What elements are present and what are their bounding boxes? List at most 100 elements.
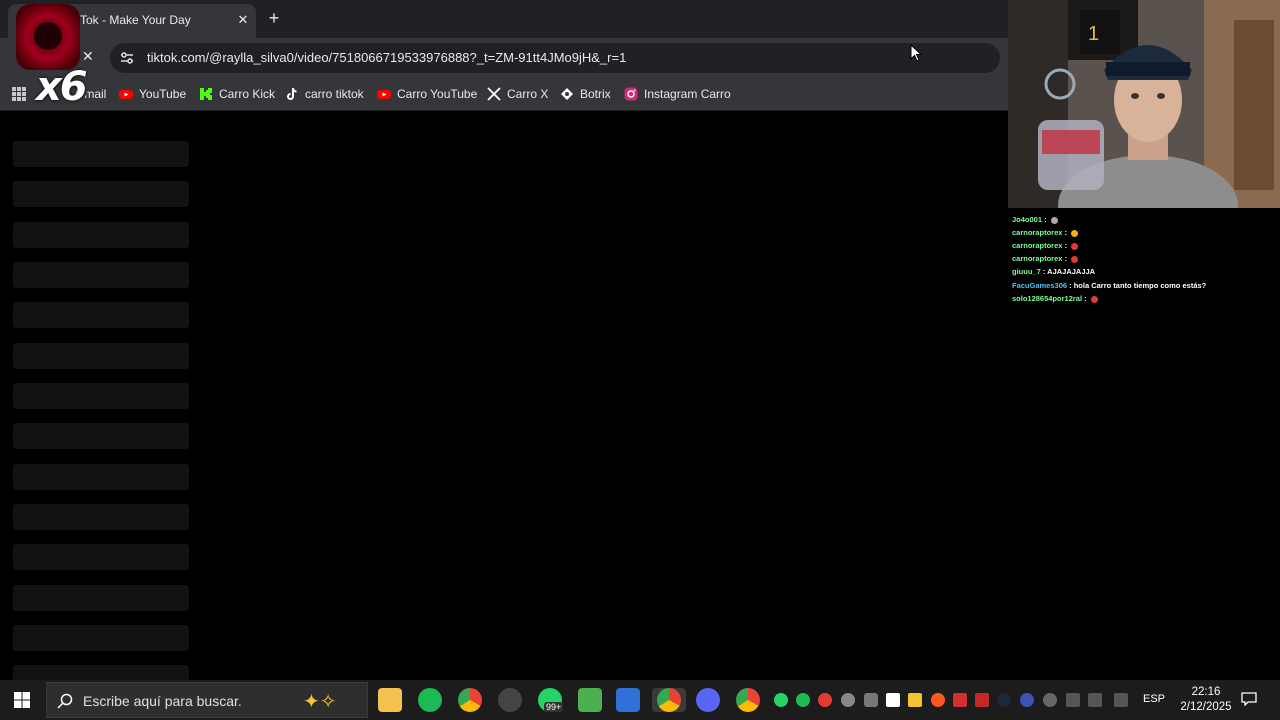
skeleton-placeholder	[13, 181, 189, 207]
bluetooth-tray-icon[interactable]	[1020, 693, 1034, 707]
tiktok-icon	[287, 87, 297, 100]
skeleton-placeholder	[13, 423, 189, 449]
chat-text: hola Carro tanto tiempo como estás?	[1073, 281, 1207, 290]
taskbar-search-box[interactable]: Escribe aquí para buscar. ✦✧	[46, 682, 368, 718]
streamer-logo: x6	[12, 2, 88, 110]
minecraft-icon[interactable]	[578, 688, 602, 712]
bookmark-carro-kick[interactable]: Carro Kick	[199, 85, 275, 103]
chat-message: Jo4o001 :	[1012, 215, 1058, 224]
clock-time: 22:16	[1191, 686, 1221, 698]
sparkle-icon: ✦✧	[303, 691, 337, 713]
capcut-tray-icon[interactable]	[886, 693, 900, 707]
chat-message: carnoraptorex :	[1012, 228, 1079, 237]
bookmark-label: Instagram Carro	[644, 87, 731, 101]
windows-start-icon[interactable]	[14, 692, 30, 708]
app-tray-icon[interactable]	[975, 693, 989, 707]
whatsapp-icon[interactable]: 99+	[538, 688, 564, 712]
shield-tray-icon[interactable]	[908, 693, 922, 707]
volume-icon[interactable]	[1088, 693, 1102, 707]
bookmark-youtube[interactable]: YouTube	[119, 85, 186, 103]
app-tray-icon[interactable]	[1043, 693, 1057, 707]
skeleton-placeholder	[13, 141, 189, 167]
url-text[interactable]: tiktok.com/@raylla_silva0/video/75180667…	[147, 50, 626, 65]
skeleton-placeholder	[13, 504, 189, 530]
webcam-image: 1	[1008, 0, 1280, 208]
stream-chat: Jo4o001 : carnoraptorex : carnoraptorex …	[1008, 208, 1280, 680]
site-settings-icon[interactable]	[120, 51, 134, 65]
webcam-feed: 1	[1008, 0, 1280, 208]
chatgpt-tray-icon[interactable]	[841, 693, 855, 707]
chat-text: AJAJAJAJJA	[1047, 267, 1096, 276]
search-placeholder: Escribe aquí para buscar.	[83, 693, 242, 709]
mouse-cursor-icon	[910, 44, 922, 62]
kick-icon	[200, 88, 212, 100]
browser-tab-bar: Tok - Make Your Day ✕ +	[0, 0, 1008, 38]
chrome-profile-icon[interactable]	[736, 688, 760, 712]
obs-icon[interactable]	[498, 688, 522, 712]
skeleton-placeholder	[13, 464, 189, 490]
tab-close-button[interactable]: ✕	[234, 11, 252, 29]
bookmark-label: carro tiktok	[305, 87, 364, 101]
skeleton-placeholder	[13, 302, 189, 328]
controller-tray-icon[interactable]	[864, 693, 878, 707]
network-tray-icon[interactable]	[1066, 693, 1080, 707]
clock[interactable]: 22:16 2/12/2025	[1176, 685, 1236, 715]
notification-center-icon[interactable]	[1241, 692, 1257, 706]
chat-message: carnoraptorex :	[1012, 241, 1079, 250]
youtube-icon	[377, 90, 391, 99]
notification-badge: 99+	[544, 702, 564, 712]
bookmark-carro-x[interactable]: Carro X	[487, 85, 548, 103]
bookmarks-bar: Gmail YouTube Carro Kick carro tiktok Ca…	[0, 78, 1008, 111]
chrome-active-icon[interactable]	[652, 688, 686, 712]
pen-icon[interactable]	[1114, 693, 1128, 707]
chrome-icon[interactable]	[458, 688, 482, 712]
bookmark-label: Carro X	[507, 87, 549, 101]
spotify-icon[interactable]	[418, 688, 442, 712]
skeleton-placeholder	[13, 262, 189, 288]
address-bar[interactable]: tiktok.com/@raylla_silva0/video/75180667…	[110, 43, 1000, 73]
bookmark-label: Carro YouTube	[397, 87, 478, 101]
emote-icon	[1071, 255, 1079, 263]
chat-username: solo128654por12ral	[1012, 294, 1083, 303]
skeleton-placeholder	[13, 343, 189, 369]
bookmark-label: YouTube	[139, 87, 187, 101]
chat-username: FacuGames306	[1012, 281, 1068, 290]
logo-graphic	[16, 4, 80, 70]
input-language[interactable]: ESP	[1143, 693, 1165, 705]
skeleton-placeholder	[13, 585, 189, 611]
app-tray-icon[interactable]	[818, 693, 832, 707]
chat-username: carnoraptorex	[1012, 228, 1063, 237]
tab-title: Tok - Make Your Day	[80, 13, 191, 27]
chat-message: FacuGames306 : hola Carro tanto tiempo c…	[1012, 281, 1207, 290]
app-tray-icon[interactable]	[931, 693, 945, 707]
emote-icon	[1050, 216, 1058, 224]
bookmark-botrix[interactable]: Botrix	[560, 85, 611, 103]
bookmark-instagram-carro[interactable]: Instagram Carro	[624, 85, 731, 103]
botrix-icon	[561, 88, 573, 100]
chat-username: carnoraptorex	[1012, 254, 1063, 263]
skeleton-placeholder	[13, 383, 189, 409]
whatsapp-tray-icon[interactable]	[774, 693, 788, 707]
spotify-tray-icon[interactable]	[796, 693, 810, 707]
bookmark-label: Carro Kick	[219, 87, 276, 101]
browser-toolbar: ✕ tiktok.com/@raylla_silva0/video/751806…	[0, 38, 1008, 78]
discord-icon[interactable]	[696, 688, 720, 712]
app-tray-icon[interactable]	[953, 693, 967, 707]
bookmark-carro-youtube[interactable]: Carro YouTube	[377, 85, 477, 103]
chat-username: Jo4o001	[1012, 215, 1043, 224]
file-explorer-icon[interactable]	[378, 688, 402, 712]
windows-taskbar: Escribe aquí para buscar. ✦✧ 99+ ESP 22:…	[0, 680, 1280, 720]
skeleton-placeholder	[13, 544, 189, 570]
bookmark-carro-tiktok[interactable]: carro tiktok	[285, 85, 364, 103]
steam-tray-icon[interactable]	[997, 693, 1011, 707]
emote-icon	[1071, 242, 1079, 250]
instagram-icon	[624, 87, 638, 101]
chat-message: giuuu_7 : AJAJAJAJJA	[1012, 267, 1096, 276]
bookmark-label: Botrix	[580, 87, 611, 101]
new-tab-button[interactable]: +	[264, 8, 284, 28]
x-icon	[487, 87, 501, 101]
chat-message: solo128654por12ral :	[1012, 294, 1098, 303]
microsoft-store-icon[interactable]	[616, 688, 640, 712]
page-content	[0, 111, 1008, 680]
chat-message: carnoraptorex :	[1012, 254, 1079, 263]
